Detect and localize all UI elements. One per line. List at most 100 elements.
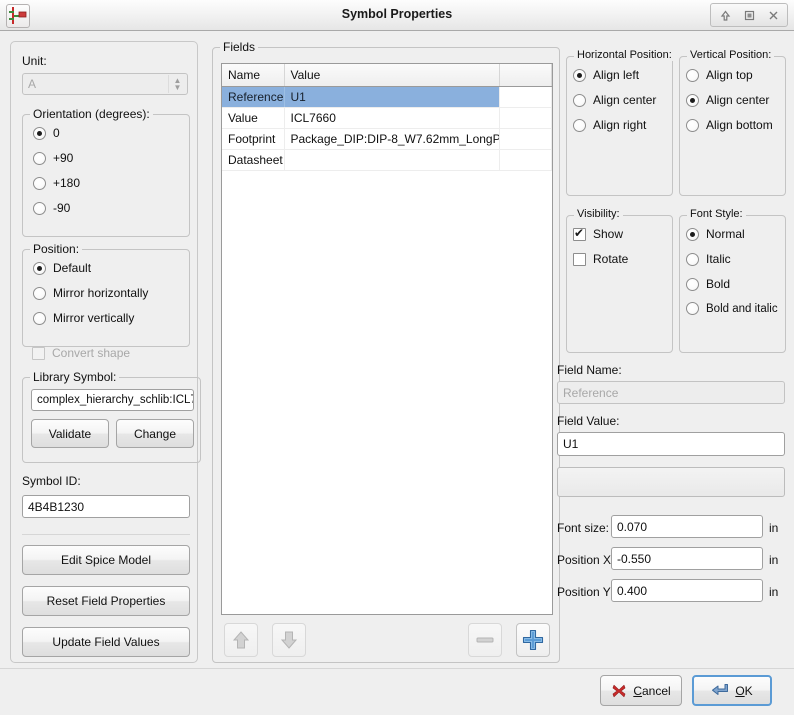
move-down-icon xyxy=(278,629,300,651)
radio-icon xyxy=(33,262,46,275)
font-style-option-2-label: Bold xyxy=(706,277,730,291)
ok-button[interactable]: OK xyxy=(692,675,772,706)
ok-icon xyxy=(711,683,729,699)
validate-button[interactable]: Validate xyxy=(31,419,109,448)
cell-value: ICL7660 xyxy=(284,107,499,128)
cell-extra xyxy=(499,107,552,128)
move-field-down-button[interactable] xyxy=(272,623,306,657)
horizontal-position-option-1-label: Align center xyxy=(593,93,656,107)
horizontal-position-option-0[interactable]: Align left xyxy=(573,68,639,82)
library-symbol-group-title: Library Symbol: xyxy=(30,370,119,384)
change-button[interactable]: Change xyxy=(116,419,194,448)
vertical-position-option-2-label: Align bottom xyxy=(706,118,773,132)
position-group-title: Position: xyxy=(30,242,82,256)
change-button-label: Change xyxy=(134,427,176,441)
unit-combo[interactable]: A ▲▼ xyxy=(22,73,188,95)
convert-shape-label: Convert shape xyxy=(52,346,130,360)
vertical-position-option-2[interactable]: Align bottom xyxy=(686,118,773,132)
rotate-checkbox[interactable]: Rotate xyxy=(573,252,628,266)
show-checkbox[interactable]: Show xyxy=(573,227,623,241)
library-symbol-value: complex_hierarchy_schlib:ICL7660 xyxy=(37,394,194,406)
maximize-icon[interactable] xyxy=(738,5,760,25)
cancel-button[interactable]: Cancel xyxy=(600,675,682,706)
font-style-option-0-label: Normal xyxy=(706,227,745,241)
column-header-name[interactable]: Name xyxy=(222,64,284,86)
add-field-button[interactable] xyxy=(516,623,550,657)
radio-icon xyxy=(33,202,46,215)
browse-button[interactable] xyxy=(557,467,785,497)
font-size-input[interactable]: 0.070 xyxy=(611,515,763,538)
column-header-extra[interactable] xyxy=(499,64,552,86)
orientation-group: Orientation (degrees): 0 +90 +180 -90 xyxy=(22,114,190,237)
checkbox-icon xyxy=(32,347,45,360)
field-name-input[interactable]: Reference xyxy=(557,381,785,404)
radio-icon xyxy=(686,94,699,107)
reset-field-properties-button[interactable]: Reset Field Properties xyxy=(22,586,190,616)
fields-table[interactable]: Name Value Reference U1 Value ICL7660 xyxy=(221,63,553,615)
table-row[interactable]: Value ICL7660 xyxy=(222,107,552,128)
minimize-icon[interactable] xyxy=(714,5,736,25)
radio-icon xyxy=(33,177,46,190)
font-size-label: Font size: xyxy=(557,521,609,535)
cell-value xyxy=(284,149,499,170)
position-option-2[interactable]: Mirror vertically xyxy=(33,311,134,325)
table-row[interactable]: Reference U1 xyxy=(222,86,552,107)
close-icon[interactable] xyxy=(762,5,784,25)
column-header-value[interactable]: Value xyxy=(284,64,499,86)
left-options-panel: Unit: A ▲▼ Orientation (degrees): 0 +90 … xyxy=(10,41,198,663)
update-field-values-button[interactable]: Update Field Values xyxy=(22,627,190,657)
symbol-id-input[interactable]: 4B4B1230 xyxy=(22,495,190,518)
cell-name: Value xyxy=(222,107,284,128)
orientation-option-0[interactable]: 0 xyxy=(33,126,60,140)
radio-icon xyxy=(686,69,699,82)
library-symbol-input[interactable]: complex_hierarchy_schlib:ICL7660 xyxy=(31,389,194,411)
table-row[interactable]: Datasheet xyxy=(222,149,552,170)
position-option-1-label: Mirror horizontally xyxy=(53,286,148,300)
update-field-values-label: Update Field Values xyxy=(52,635,159,649)
font-style-option-0[interactable]: Normal xyxy=(686,227,745,241)
table-row[interactable]: Footprint Package_DIP:DIP-8_W7.62mm_Long… xyxy=(222,128,552,149)
font-style-option-3[interactable]: Bold and italic xyxy=(686,302,778,315)
field-name-value: Reference xyxy=(563,386,618,400)
visibility-group: Visibility: Show Rotate xyxy=(566,215,673,353)
cell-name: Reference xyxy=(222,86,284,107)
cell-value: U1 xyxy=(284,86,499,107)
visibility-group-title: Visibility: xyxy=(574,208,623,220)
unit-spin-icon[interactable]: ▲▼ xyxy=(168,75,186,93)
orientation-option-1[interactable]: +90 xyxy=(33,151,73,165)
cell-name: Datasheet xyxy=(222,149,284,170)
vertical-position-option-0-label: Align top xyxy=(706,68,753,82)
horizontal-position-group: Horizontal Position: Align left Align ce… xyxy=(566,56,673,196)
cell-extra xyxy=(499,86,552,107)
edit-spice-model-button[interactable]: Edit Spice Model xyxy=(22,545,190,575)
field-value-input[interactable]: U1 xyxy=(557,432,785,456)
delete-field-button[interactable] xyxy=(468,623,502,657)
position-x-label: Position X: xyxy=(557,553,614,567)
position-x-input[interactable]: -0.550 xyxy=(611,547,763,570)
position-option-2-label: Mirror vertically xyxy=(53,311,134,325)
reset-field-properties-label: Reset Field Properties xyxy=(47,594,166,608)
radio-icon xyxy=(686,278,699,291)
orientation-option-2[interactable]: +180 xyxy=(33,176,80,190)
cell-extra xyxy=(499,149,552,170)
vertical-position-option-1[interactable]: Align center xyxy=(686,93,769,107)
position-option-1[interactable]: Mirror horizontally xyxy=(33,286,148,300)
font-style-option-2[interactable]: Bold xyxy=(686,277,730,291)
orientation-option-3-label: -90 xyxy=(53,201,70,215)
cell-extra xyxy=(499,128,552,149)
window-title: Symbol Properties xyxy=(0,0,794,29)
field-value-value: U1 xyxy=(563,437,578,451)
show-checkbox-label: Show xyxy=(593,227,623,241)
unit-label: Unit: xyxy=(22,54,47,68)
horizontal-position-option-2[interactable]: Align right xyxy=(573,118,646,132)
fields-group-title: Fields xyxy=(220,40,258,54)
font-style-option-1[interactable]: Italic xyxy=(686,252,731,266)
vertical-position-option-1-label: Align center xyxy=(706,93,769,107)
position-y-input[interactable]: 0.400 xyxy=(611,579,763,602)
move-field-up-button[interactable] xyxy=(224,623,258,657)
cell-value: Package_DIP:DIP-8_W7.62mm_LongPads xyxy=(284,128,499,149)
horizontal-position-option-1[interactable]: Align center xyxy=(573,93,656,107)
vertical-position-option-0[interactable]: Align top xyxy=(686,68,753,82)
position-option-0[interactable]: Default xyxy=(33,261,91,275)
orientation-option-3[interactable]: -90 xyxy=(33,201,70,215)
